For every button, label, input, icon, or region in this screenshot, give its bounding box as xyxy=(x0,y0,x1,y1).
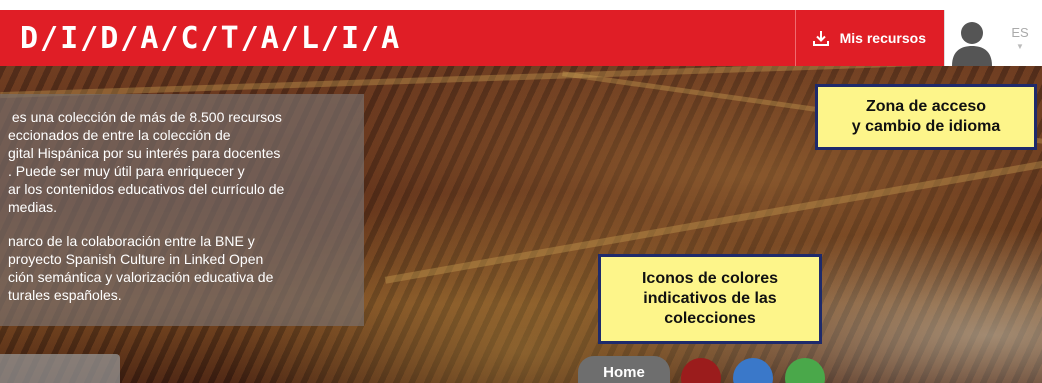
description-paragraph-1: es una colección de más de 8.500 recurso… xyxy=(8,109,285,215)
site-logo[interactable]: D/I/D/A/C/T/A/L/I/A xyxy=(20,21,401,56)
collection-green-icon[interactable] xyxy=(785,358,825,383)
color-icons-annotation: Iconos de colores indicativos de las col… xyxy=(598,254,822,344)
description-paragraph-2: narco de la colaboración entre la BNE y … xyxy=(8,233,274,303)
hero-banner: es una colección de más de 8.500 recurso… xyxy=(0,66,1042,383)
download-icon xyxy=(812,29,830,47)
user-account-button[interactable] xyxy=(944,10,998,66)
collection-blue-icon[interactable] xyxy=(733,358,773,383)
my-resources-label: Mis recursos xyxy=(839,30,926,46)
user-avatar-icon xyxy=(951,22,992,66)
chevron-down-icon: ▼ xyxy=(1016,42,1024,51)
collection-description-panel: es una colección de más de 8.500 recurso… xyxy=(0,94,364,326)
home-button[interactable]: Home xyxy=(578,356,670,383)
my-resources-button[interactable]: Mis recursos xyxy=(794,10,944,66)
collection-red-icon[interactable] xyxy=(681,358,721,383)
access-zone-annotation: Zona de acceso y cambio de idioma xyxy=(815,84,1037,150)
language-selector[interactable]: ES ▼ xyxy=(998,10,1042,66)
top-bar: D/I/D/A/C/T/A/L/I/A Mis recursos ES ▼ xyxy=(0,10,1042,66)
panel-tab[interactable] xyxy=(0,354,120,383)
language-code: ES xyxy=(1011,25,1029,40)
